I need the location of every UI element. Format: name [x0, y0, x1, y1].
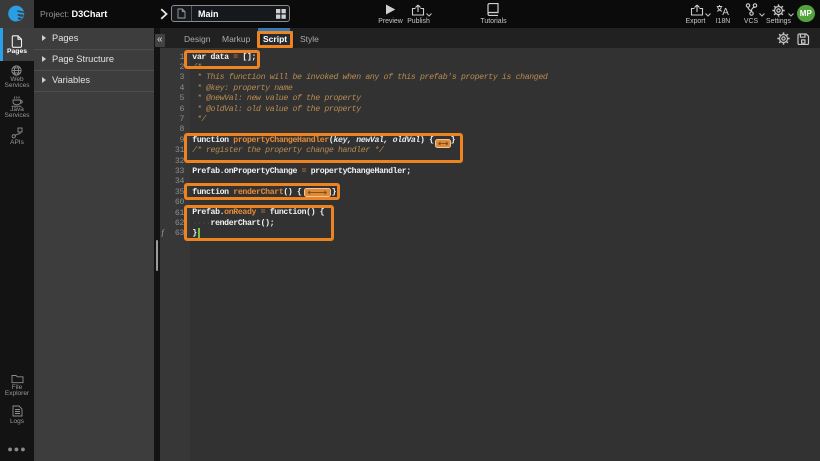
svg-text:A: A — [722, 7, 729, 17]
